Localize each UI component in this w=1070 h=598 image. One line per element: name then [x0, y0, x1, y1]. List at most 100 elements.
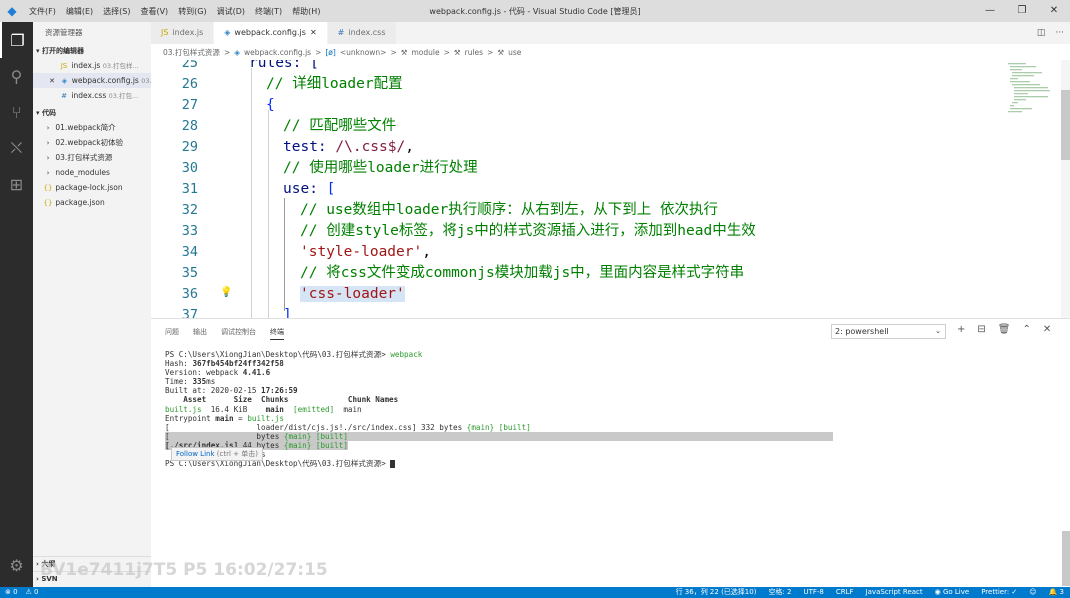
encoding[interactable]: UTF-8 [803, 587, 823, 598]
cursor-position[interactable]: 行 36，列 22 (已选择10) [676, 587, 757, 598]
terminal-text: [ loader/dist/cjs.js!./src/index.css] 33… [165, 422, 467, 432]
follow-link-tooltip[interactable]: Follow Link (ctrl + 单击) [171, 447, 263, 461]
breadcrumb-item[interactable]: <unknown> [340, 48, 387, 57]
open-editor-item[interactable]: ✕ ◈ webpack.config.js 03... [33, 73, 151, 88]
open-editor-name: index.js [71, 61, 101, 70]
go-live-button[interactable]: ◉ Go Live [935, 587, 970, 598]
minimize-icon[interactable]: — [974, 0, 1006, 22]
close-panel-icon[interactable]: ✕ [1043, 324, 1051, 335]
terminal-output[interactable]: PS C:\Users\XiongJian\Desktop\代码\03.打包样式… [165, 350, 1005, 469]
open-editors-header[interactable]: ▾ 打开的编辑器 [33, 44, 151, 58]
breadcrumb-item[interactable]: use [508, 48, 521, 57]
scrollbar-thumb[interactable] [1061, 90, 1070, 160]
terminal-text: 367fb454bf24ff342f58 [192, 359, 284, 369]
tab-index-css[interactable]: # index.css [327, 22, 397, 44]
editor-scrollbar[interactable] [1061, 60, 1070, 318]
code-line: 36 💡 'css-loader' [151, 284, 1001, 305]
terminal-text: [built] [315, 431, 348, 441]
close-window-icon[interactable]: ✕ [1038, 0, 1070, 22]
open-editor-item[interactable]: JS index.js 03.打包样... [33, 58, 151, 73]
code-editor[interactable]: 25 rules: [26// 详细loader配置 27{28// 匹配哪些文件 2… [151, 60, 1070, 318]
open-editor-item[interactable]: # index.css 03.打包... [33, 88, 151, 103]
warnings-indicator[interactable]: ⚠ 0 [26, 587, 39, 598]
menu-terminal[interactable]: 终端(T) [250, 6, 287, 17]
terminal-select[interactable]: 2: powershell ⌄ [831, 324, 946, 339]
tree-item-folder[interactable]: › 01.webpack简介 [33, 120, 151, 135]
tab-terminal[interactable]: 终端 [270, 327, 284, 340]
notifications-icon[interactable]: 🔔 3 [1049, 587, 1064, 598]
follow-link-label: Follow Link [176, 450, 215, 458]
breadcrumb-separator: > [487, 47, 494, 57]
prettier-status[interactable]: Prettier: ✓ [981, 587, 1017, 598]
maximize-panel-icon[interactable]: ⌃ [1022, 324, 1030, 335]
trash-icon[interactable]: 🗑 [998, 324, 1011, 335]
tree-item-folder[interactable]: › 03.打包样式资源 [33, 150, 151, 165]
terminal-text: [built] [498, 422, 531, 432]
menu-edit[interactable]: 编辑(E) [61, 6, 98, 17]
split-editor-icon[interactable]: ◫ [1037, 22, 1046, 44]
terminal-line: [ bytes {main} [built] [165, 431, 1005, 441]
line-number: 31 [181, 181, 198, 197]
explorer-icon[interactable]: ❐ [0, 22, 33, 58]
feedback-icon[interactable]: ☺ [1029, 587, 1036, 598]
breadcrumb-item[interactable]: rules [465, 48, 483, 57]
errors-indicator[interactable]: ⊗ 0 [5, 587, 18, 598]
tree-item-label: 02.webpack初体验 [55, 138, 124, 147]
extensions-icon[interactable]: ⊞ [0, 166, 33, 202]
tree-item-file[interactable]: {} package-lock.json [33, 180, 151, 195]
breadcrumb-item[interactable]: module [412, 48, 440, 57]
menu-go[interactable]: 转到(G) [173, 6, 211, 17]
tree-item-file[interactable]: {} package.json [33, 195, 151, 210]
code-text: test: /\.css$/, [283, 137, 414, 158]
code-token: test: [283, 139, 336, 155]
settings-gear-icon[interactable]: ⚙ [0, 547, 33, 583]
terminal-text: built.js [165, 404, 202, 414]
lightbulb-icon[interactable]: 💡 [220, 287, 232, 298]
menu-view[interactable]: 查看(V) [135, 6, 173, 17]
terminal-text: 17:26:59 [261, 386, 298, 396]
terminal-text: = [233, 413, 248, 423]
minimap[interactable] [1006, 60, 1058, 318]
code-line: 28 // 匹配哪些文件 [151, 116, 1001, 137]
tab-output[interactable]: 输出 [193, 327, 207, 340]
source-control-icon[interactable]: ⑂ [0, 94, 33, 130]
tree-item-folder[interactable]: › node_modules [33, 165, 151, 180]
menu-file[interactable]: 文件(F) [24, 6, 61, 17]
tree-item-folder[interactable]: › 02.webpack初体验 [33, 135, 151, 150]
line-ending[interactable]: CRLF [836, 587, 854, 598]
menu-debug[interactable]: 调试(D) [212, 6, 250, 17]
css-file-icon: # [61, 92, 67, 100]
code-line: 33 // 创建style标签，将js中的样式资源插入进行，添加到head中生效 [151, 221, 1001, 242]
terminal-line: [ loader/dist/cjs.js!./src/index.css] 33… [165, 423, 1005, 432]
new-terminal-icon[interactable]: + [957, 324, 965, 335]
folder-header[interactable]: ▾ 代码 [33, 106, 151, 120]
split-terminal-icon[interactable]: ⊟ [977, 324, 985, 335]
tab-index-js[interactable]: JS index.js [151, 22, 215, 44]
panel-scrollbar[interactable] [1062, 531, 1070, 586]
terminal-text: {main} [466, 422, 495, 432]
debug-icon[interactable]: ⛌ [0, 130, 33, 166]
line-number: 27 [181, 97, 198, 113]
menu-help[interactable]: 帮助(H) [287, 6, 325, 17]
close-tab-icon[interactable]: ✕ [310, 22, 317, 44]
search-icon[interactable]: ⚲ [0, 58, 33, 94]
menu-selection[interactable]: 选择(S) [98, 6, 135, 17]
terminal-cursor [390, 460, 396, 469]
close-editor-icon[interactable]: ✕ [47, 74, 57, 88]
restore-icon[interactable]: ❐ [1006, 0, 1038, 22]
line-number: 32 [181, 202, 198, 218]
indentation[interactable]: 空格: 2 [768, 587, 791, 598]
breadcrumb: 03.打包样式资源 > ◈ webpack.config.js > [ø] <u… [151, 44, 1070, 60]
tab-debug-console[interactable]: 调试控制台 [221, 327, 256, 340]
tab-webpack-config[interactable]: ◈ webpack.config.js ✕ [214, 22, 328, 44]
breadcrumb-item[interactable]: webpack.config.js [244, 48, 311, 57]
open-editor-path: 03... [141, 77, 151, 85]
more-actions-icon[interactable]: ··· [1055, 22, 1064, 44]
open-editor-name: index.css [71, 91, 107, 100]
breadcrumb-separator: > [443, 47, 450, 57]
tab-problems[interactable]: 问题 [165, 327, 179, 340]
webpack-file-icon: ◈ [234, 47, 241, 57]
language-mode[interactable]: JavaScript React [866, 587, 923, 598]
breadcrumb-item[interactable]: 03.打包样式资源 [163, 47, 220, 58]
